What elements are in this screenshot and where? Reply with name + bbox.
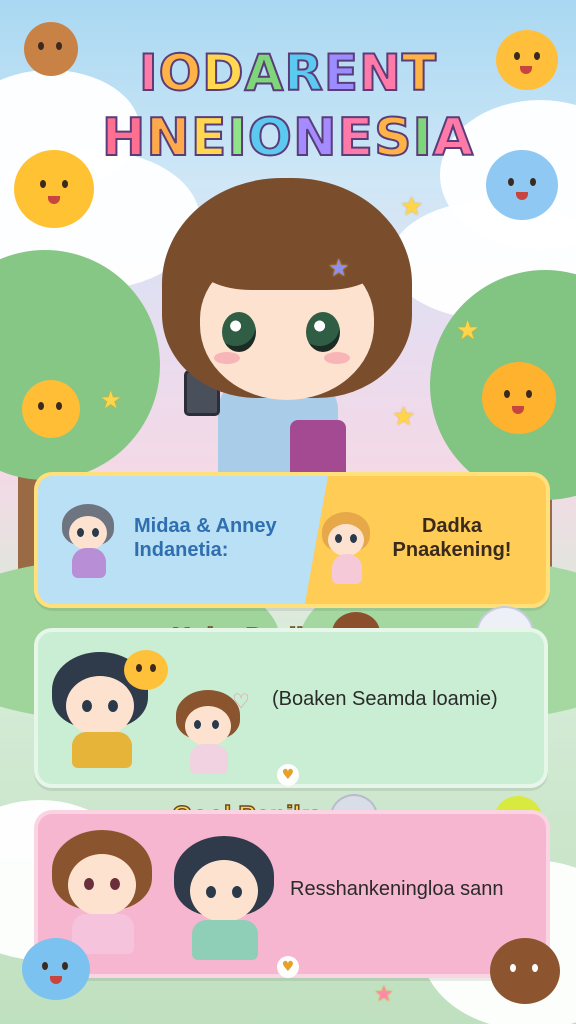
character-eye-right (306, 312, 340, 352)
heart-icon[interactable]: ♥ (277, 764, 299, 786)
character-blush (324, 352, 350, 364)
title-letter: I (412, 107, 433, 169)
tree (0, 250, 160, 480)
title-letter: N (145, 107, 191, 169)
orange-blob-icon (496, 30, 558, 90)
yellow-blob-icon (22, 380, 80, 438)
title-letter: O (158, 43, 203, 103)
character-blush (214, 352, 240, 364)
blue-bear-icon (486, 150, 558, 220)
card-3-text: Resshankeningloa sann (290, 878, 504, 900)
title-letter: E (190, 107, 228, 169)
title-letter: T (401, 43, 437, 103)
title-letter: R (283, 43, 324, 103)
character-bangs (196, 200, 382, 290)
yellow-blob-icon (124, 650, 168, 690)
hair-clip-star-icon: ★ (328, 254, 350, 282)
title-letter: H (101, 107, 147, 169)
blue-blob-icon (22, 938, 90, 1000)
card-1-right-text: Dadka Pnaakening! (392, 515, 512, 561)
title-letter: O (247, 107, 294, 169)
feature-card-3[interactable]: Resshankeningloa sann (34, 810, 550, 978)
brown-bear-icon (490, 938, 560, 1004)
feature-card-1[interactable]: Midaa & Anney Indanetia: Dadka Pnaakenin… (34, 472, 550, 608)
star-icon: ★ (400, 192, 424, 222)
title-letter: E (337, 107, 375, 169)
star-icon: ★ (100, 386, 122, 414)
star-icon: ★ (392, 402, 416, 432)
title-letter: N (292, 107, 338, 169)
title-letter: I (138, 43, 159, 103)
heart-icon: ♡ (232, 689, 250, 713)
bear-mascot-icon (24, 22, 78, 76)
title-letter: E (323, 43, 360, 103)
app-title-line-1: IODARENT (0, 43, 576, 103)
title-letter: I (226, 107, 248, 169)
title-letter: N (358, 43, 402, 103)
star-icon: ★ (456, 316, 480, 346)
title-letter: D (201, 43, 245, 103)
app-title-line-2: HNEIONESIA (0, 107, 576, 169)
title-letter: S (373, 107, 413, 169)
title-letter: A (244, 43, 285, 103)
character-eye-left (222, 312, 256, 352)
orange-blob-icon (482, 362, 556, 434)
yellow-blob-icon (14, 150, 94, 228)
star-icon: ★ (374, 982, 394, 1007)
title-letter: A (432, 107, 475, 169)
card-2-text: (Boaken Seamda loamie) (272, 688, 498, 710)
heart-icon[interactable]: ♥ (277, 956, 299, 978)
card-1-left-text: Midaa & Anney Indanetia: (134, 515, 277, 561)
